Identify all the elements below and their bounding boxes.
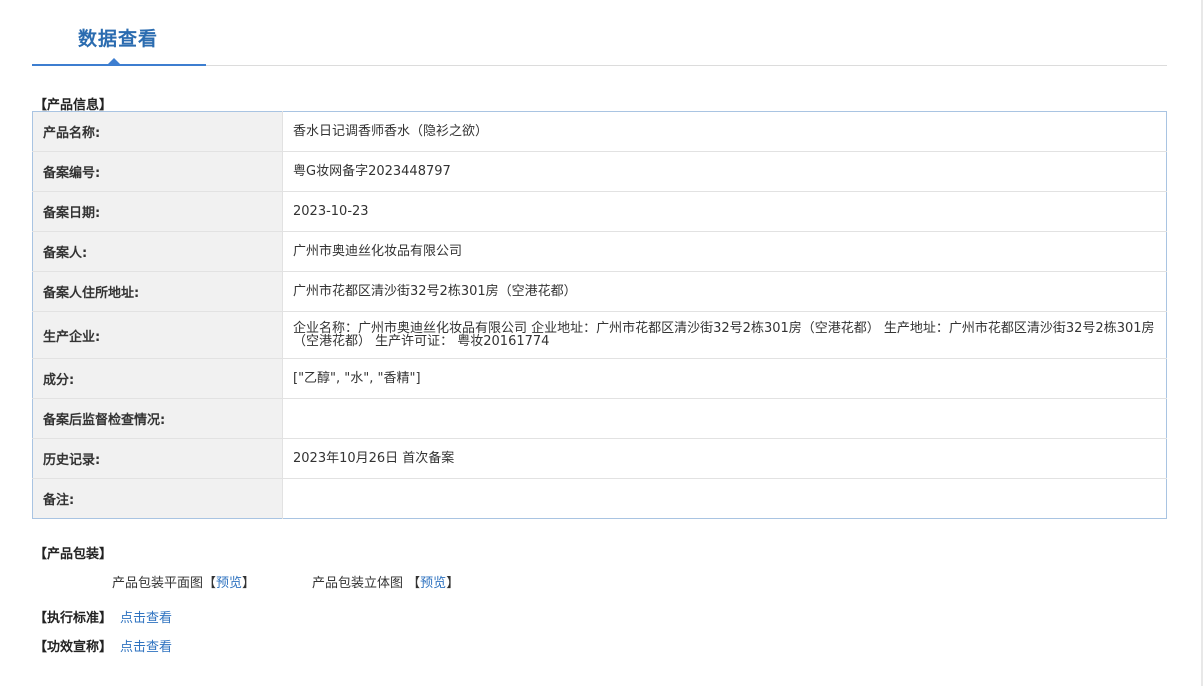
bracket-close: 】 [446,576,460,591]
row-value [283,479,1167,519]
row-value: 广州市奥迪丝化妆品有限公司 [282,231,1167,272]
tab-active-underline [32,64,206,66]
row-value: 香水日记调香师香水（隐衫之欲） [282,111,1167,152]
row-value: 粤G妆网备字2023448797 [282,151,1167,192]
packaging-flat-item: 产品包装平面图【预览】 [112,572,255,591]
row-label: 生产企业: [32,311,283,359]
row-value [282,398,1167,439]
row-label: 备案人住所地址: [32,271,283,312]
table-row: 生产企业: 企业名称：广州市奥迪丝化妆品有限公司 企业地址：广州市花都区清沙街3… [32,311,1167,359]
bracket-open: 【 [203,576,217,591]
row-label: 备注: [32,478,283,519]
table-row: 备案人: 广州市奥迪丝化妆品有限公司 [32,231,1167,272]
packaging-solid-label: 产品包装立体图 [312,576,404,591]
row-label: 历史记录: [32,438,283,479]
caret-up-icon [108,58,120,64]
standard-row: 【执行标准】 点击查看 [34,607,172,626]
standard-view-link[interactable]: 点击查看 [120,611,172,626]
row-label: 成分: [32,358,283,399]
standard-title: 【执行标准】 [34,611,113,626]
row-label: 备案后监督检查情况: [32,398,283,439]
efficacy-view-link[interactable]: 点击查看 [120,640,172,655]
row-value: 2023年10月26日 首次备案 [282,438,1167,479]
packaging-solid-item: 产品包装立体图 【预览】 [312,572,459,591]
efficacy-row: 【功效宣称】 点击查看 [34,636,172,655]
packaging-flat-label: 产品包装平面图 [112,576,204,591]
table-row: 备注: [32,478,1167,519]
packaging-title: 【产品包装】 [34,547,113,562]
packaging-flat-preview-link[interactable]: 预览 [216,576,242,591]
bracket-open: 【 [407,576,421,591]
row-value: ["乙醇", "水", "香精"] [282,358,1167,399]
table-row: 备案后监督检查情况: [32,398,1167,439]
table-row: 备案日期: 2023-10-23 [32,191,1167,232]
row-value: 广州市花都区清沙街32号2栋301房（空港花都） [282,271,1167,312]
table-row: 历史记录: 2023年10月26日 首次备案 [32,438,1167,479]
page-tab-bar: 数据查看 [32,0,1167,68]
row-label: 备案日期: [32,191,283,232]
product-info-table: 产品名称: 香水日记调香师香水（隐衫之欲） 备案编号: 粤G妆网备字202344… [32,111,1167,519]
packaging-solid-preview-link[interactable]: 预览 [420,576,446,591]
table-row: 备案人住所地址: 广州市花都区清沙街32号2栋301房（空港花都） [32,271,1167,312]
table-row: 产品名称: 香水日记调香师香水（隐衫之欲） [32,111,1167,152]
table-row: 成分: ["乙醇", "水", "香精"] [32,358,1167,399]
row-label: 备案编号: [32,151,283,192]
row-label: 产品名称: [32,111,283,152]
table-row: 备案编号: 粤G妆网备字2023448797 [32,151,1167,192]
efficacy-title: 【功效宣称】 [34,640,113,655]
row-value: 企业名称：广州市奥迪丝化妆品有限公司 企业地址：广州市花都区清沙街32号2栋30… [282,311,1167,359]
tab-data-view[interactable]: 数据查看 [78,24,158,51]
row-value: 2023-10-23 [282,191,1167,232]
row-label: 备案人: [32,231,283,272]
bracket-close: 】 [242,576,256,591]
